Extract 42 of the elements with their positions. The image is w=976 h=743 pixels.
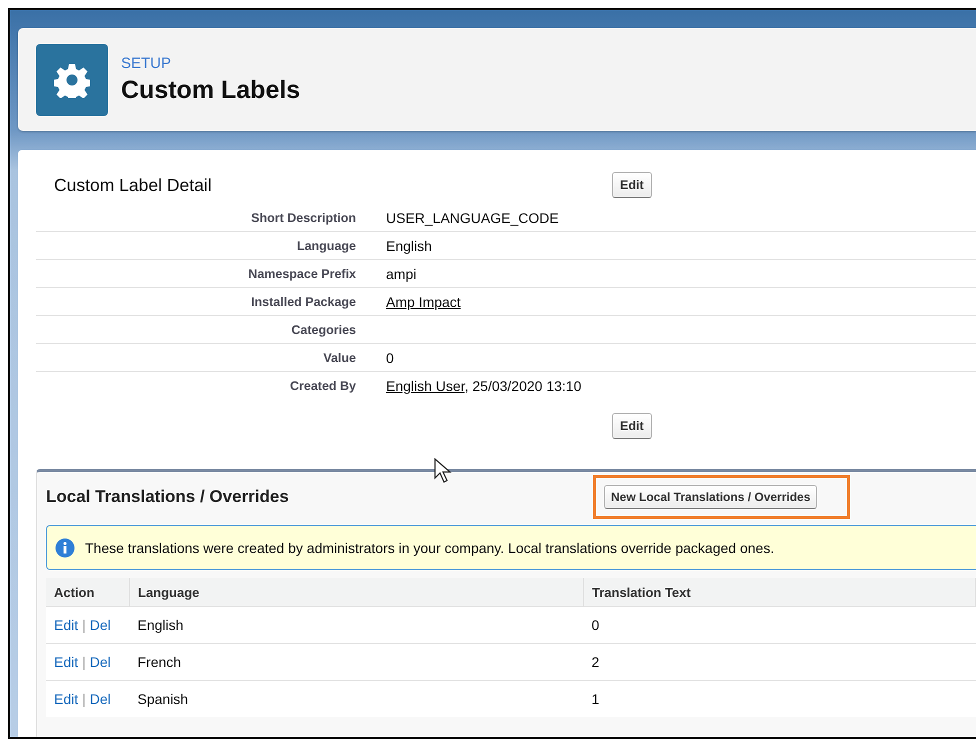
table-cell: 1 [584,680,976,717]
edit-link[interactable]: Edit [54,617,78,633]
field-value: ampi [386,266,416,282]
link-separator: | [82,691,86,707]
link-separator: | [82,654,86,670]
field-label: Value [322,350,357,364]
table-cell: 2 [584,644,976,680]
edit-button[interactable]: Edit [612,413,652,439]
edit-link[interactable]: Edit [54,691,78,707]
section-title: Custom Label Detail [53,174,213,196]
edit-button[interactable]: Edit [612,172,652,198]
field-label: Namespace Prefix [247,266,357,280]
table-cell: French [130,644,584,680]
delete-link[interactable]: Del [90,617,111,633]
table-cell: 0 [584,606,976,644]
column-header: Translation Text [584,578,976,606]
table-cell: English [130,606,584,644]
field-value: English [386,238,432,254]
new-translation-button[interactable]: New Local Translations / Overrides [604,484,818,508]
field-label: Created By [289,378,357,392]
info-icon [55,538,75,558]
field-value: USER_LANGUAGE_CODE [386,210,559,226]
page-title: Custom Labels [121,74,300,104]
edit-link[interactable]: Edit [54,654,78,670]
column-header: Language [130,578,584,606]
breadcrumb-label: SETUP [121,54,172,72]
field-link[interactable]: Amp Impact [386,294,461,310]
delete-link[interactable]: Del [90,691,111,707]
section-title: Local Translations / Overrides [46,486,290,506]
field-value: , 25/03/2020 13:10 [464,378,582,394]
field-label: Short Description [250,210,357,224]
delete-link[interactable]: Del [90,654,111,670]
gear-icon [54,62,90,98]
info-message: These translations were created by administrators in your company. Local translations override packaged ones. [85,540,774,556]
field-label: Language [296,238,357,252]
field-label: Categories [290,322,357,336]
field-value: 0 [386,350,394,366]
field-link[interactable]: English User [386,378,465,394]
table-cell: Spanish [130,680,584,717]
field-label: Installed Package [250,294,357,308]
column-header: Action [46,578,130,606]
link-separator: | [82,617,86,633]
